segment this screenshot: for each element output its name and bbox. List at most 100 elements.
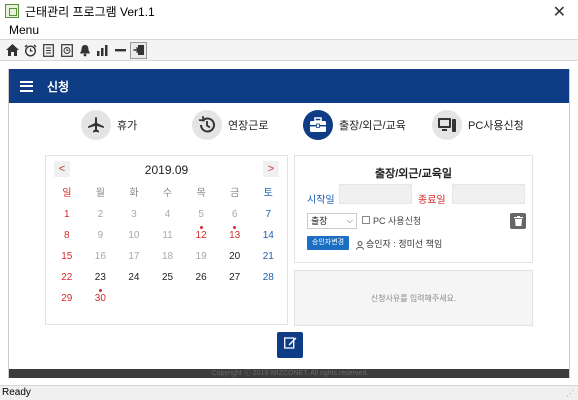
clock-icon[interactable] — [58, 42, 75, 59]
close-button[interactable]: ✕ — [553, 2, 566, 22]
tab-overtime[interactable]: 연장근로 — [192, 110, 268, 140]
calendar-day[interactable]: 7 — [251, 204, 285, 225]
calendar-month: 2019.09 — [144, 163, 189, 177]
user-icon — [356, 237, 364, 255]
home-icon[interactable] — [4, 42, 21, 59]
calendar-day[interactable]: 27 — [218, 267, 252, 288]
weekday-label: 수 — [162, 188, 173, 199]
request-tabs: 휴가 연장근로 출장/외근/교육 PC사용신청 — [9, 110, 569, 142]
weekday-label: 금 — [230, 188, 240, 199]
calendar-day[interactable]: 10 — [117, 225, 151, 246]
end-date-input[interactable] — [452, 184, 525, 204]
calendar-day[interactable]: 19 — [184, 246, 218, 267]
submit-button[interactable] — [277, 332, 303, 358]
weekday-label: 화 — [129, 188, 139, 199]
resize-grip-icon[interactable]: ⋰ — [566, 389, 576, 399]
calendar-day[interactable]: 20 — [218, 246, 252, 267]
tab-label: PC사용신청 — [468, 120, 524, 132]
hamburger-icon[interactable] — [20, 80, 33, 92]
type-select[interactable]: 출장 ⌵ — [307, 213, 357, 229]
start-date-input[interactable] — [339, 184, 412, 204]
alarm-clock-icon[interactable] — [22, 42, 39, 59]
change-approver-button[interactable]: 승인자변경 — [307, 236, 349, 250]
calendar-day[interactable]: 1 — [50, 204, 84, 225]
request-form: 출장/외근/교육일 시작일 종료일 출장 ⌵ PC 사용신청 승인자변경 승인자… — [294, 155, 533, 263]
calendar-day[interactable]: 3 — [117, 204, 151, 225]
calendar-week: 15 16 17 18 19 20 21 — [50, 246, 285, 267]
briefcase-icon — [303, 110, 333, 140]
trash-icon[interactable] — [510, 213, 526, 229]
type-select-value: 출장 — [311, 216, 328, 226]
tab-vacation[interactable]: 휴가 — [81, 110, 137, 140]
calendar-day[interactable]: 12 — [184, 225, 218, 246]
calendar-day[interactable]: 18 — [151, 246, 185, 267]
calendar-day[interactable]: 30 — [84, 288, 118, 309]
calendar-day[interactable]: 4 — [151, 204, 185, 225]
app-content: 신청 휴가 연장근로 출장/외근/교육 PC사용신청 < 2019.09 > 일… — [8, 69, 570, 378]
calendar-empty-cell — [251, 288, 285, 309]
end-date-label: 종료일 — [418, 195, 446, 206]
calendar-day[interactable]: 16 — [84, 246, 118, 267]
calendar-day[interactable]: 2 — [84, 204, 118, 225]
weekday-label: 월 — [95, 188, 105, 199]
pc-usage-checkbox[interactable] — [362, 216, 370, 224]
calendar-empty-cell — [184, 288, 218, 309]
bar-chart-icon[interactable] — [94, 42, 111, 59]
title-bar: 근태관리 프로그램 Ver1.1 ✕ — [0, 0, 578, 22]
tab-business-trip[interactable]: 출장/외근/교육 — [303, 110, 406, 140]
calendar-week: 22 23 24 25 26 27 28 — [50, 267, 285, 288]
history-icon — [192, 110, 222, 140]
tab-pc-usage[interactable]: PC사용신청 — [432, 110, 524, 140]
form-title: 출장/외근/교육일 — [375, 168, 452, 180]
calendar-week: 1234567 — [50, 204, 285, 225]
calendar-grid: 일 월 화 수 목 금 토 1 2 3 4 5 6 7 8 9 10 11 12 13 14 15 16 17 18 19 20 21… — [50, 183, 285, 309]
calendar-day[interactable]: 26 — [184, 267, 218, 288]
calendar-day[interactable]: 11 — [151, 225, 185, 246]
calendar-day[interactable]: 13 — [218, 225, 252, 246]
calendar-day[interactable]: 6 — [218, 204, 252, 225]
calendar-empty-cell — [218, 288, 252, 309]
tab-label: 휴가 — [117, 120, 138, 132]
calendar-week: 8 9 10 11 12 13 14 — [50, 225, 285, 246]
document-icon[interactable] — [40, 42, 57, 59]
calendar: < 2019.09 > 일 월 화 수 목 금 토 1 2 3 4 5 6 7 8 9 10 11 12 13 14 15… — [45, 155, 288, 325]
start-date-label: 시작일 — [307, 195, 335, 206]
app-icon — [5, 4, 19, 18]
next-month-button[interactable]: > — [263, 161, 279, 177]
calendar-day[interactable]: 23 — [84, 267, 118, 288]
calendar-day[interactable]: 24 — [117, 267, 151, 288]
calendar-empty-cell — [117, 288, 151, 309]
menu-item-menu[interactable]: Menu — [9, 23, 39, 37]
calendar-day[interactable]: 21 — [251, 246, 285, 267]
calendar-day[interactable]: 28 — [251, 267, 285, 288]
window-title: 근태관리 프로그램 Ver1.1 — [25, 4, 155, 19]
toolbar — [0, 39, 578, 61]
weekday-row: 일월화수목금토 — [50, 183, 285, 204]
pc-usage-checkbox-label: PC 사용신청 — [373, 216, 422, 226]
bell-icon[interactable] — [76, 42, 93, 59]
computer-icon — [432, 110, 462, 140]
edit-icon — [283, 336, 297, 354]
calendar-week: 29 30 — [50, 288, 285, 309]
footer: Copyright ⓒ 2019 WIZCONET. All rights re… — [9, 369, 569, 378]
calendar-day[interactable]: 5 — [184, 204, 218, 225]
calendar-day[interactable]: 25 — [151, 267, 185, 288]
tab-label: 연장근로 — [228, 120, 269, 132]
calendar-day[interactable]: 15 — [50, 246, 84, 267]
calendar-day[interactable]: 14 — [251, 225, 285, 246]
calendar-day[interactable]: 17 — [117, 246, 151, 267]
approver-text: 승인자 : 정미선 책임 — [366, 239, 443, 249]
calendar-day[interactable]: 9 — [84, 225, 118, 246]
menu-bar: Menu — [0, 22, 578, 39]
calendar-day[interactable]: 8 — [50, 225, 84, 246]
weekday-label: 일 — [62, 188, 72, 199]
reason-textarea[interactable]: 신청사유를 입력해주세요. — [294, 270, 533, 326]
calendar-day[interactable]: 22 — [50, 267, 84, 288]
logout-icon[interactable] — [130, 41, 147, 59]
weekday-label: 토 — [263, 188, 273, 199]
calendar-empty-cell — [151, 288, 185, 309]
weekday-label: 목 — [196, 188, 206, 199]
status-text: Ready — [2, 387, 31, 398]
calendar-day[interactable]: 29 — [50, 288, 84, 309]
minus-icon[interactable] — [112, 42, 129, 59]
